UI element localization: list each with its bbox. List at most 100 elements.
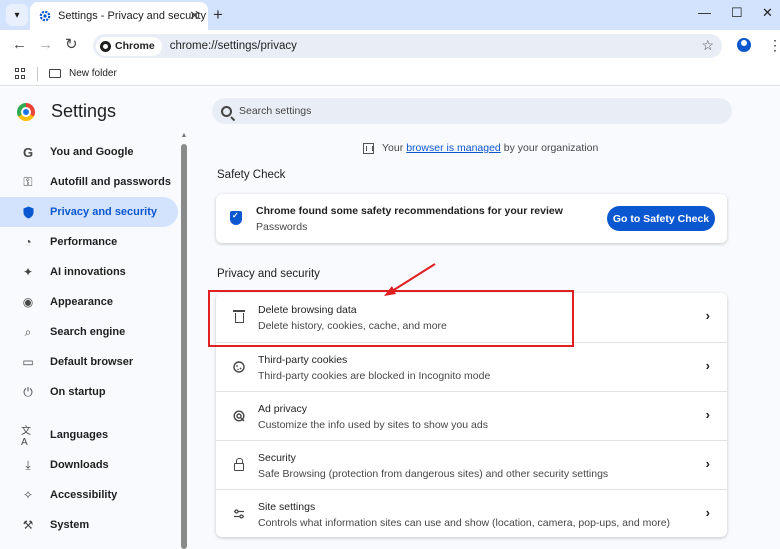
- safety-check-card: Chrome found some safety recommendations…: [216, 194, 727, 243]
- reload-icon[interactable]: ↻: [65, 37, 78, 53]
- sidebar-item-label: Search engine: [50, 326, 126, 338]
- sidebar-item-label: Accessibility: [50, 489, 118, 501]
- chrome-logo-icon: [100, 40, 111, 52]
- address-bar[interactable]: Chrome chrome://settings/privacy ☆: [93, 34, 722, 58]
- key-icon: ⚿: [23, 174, 33, 189]
- cookie-icon: [233, 361, 245, 373]
- tab-title: Settings - Privacy and security: [58, 10, 206, 22]
- search-icon: [221, 105, 232, 117]
- sidebar-item-downloads[interactable]: ⤓ Downloads: [0, 450, 178, 480]
- url-text[interactable]: chrome://settings/privacy: [170, 40, 297, 52]
- row-description: Customize the info used by sites to show…: [258, 419, 488, 431]
- sidebar-item-privacy-and-security[interactable]: Privacy and security: [0, 197, 178, 227]
- active-tab[interactable]: Settings - Privacy and security ✕: [30, 2, 208, 30]
- sidebar-item-label: You and Google: [50, 146, 134, 158]
- scroll-up-icon[interactable]: ▲: [180, 132, 188, 140]
- building-icon: [363, 142, 374, 154]
- search-settings-box[interactable]: [212, 98, 732, 124]
- profile-avatar-icon[interactable]: [737, 38, 751, 52]
- site-settings-row[interactable]: Site settings Controls what information …: [216, 489, 727, 538]
- sidebar-item-appearance[interactable]: ◉ Appearance: [0, 287, 178, 317]
- row-title: Security: [258, 452, 296, 464]
- sidebar-item-system[interactable]: ⚒ System: [0, 510, 178, 540]
- chrome-logo-icon: [17, 102, 35, 121]
- new-tab-icon[interactable]: +: [213, 6, 223, 23]
- site-chip-label: Chrome: [115, 40, 155, 52]
- managed-prefix: Your: [382, 142, 404, 154]
- sparkle-icon: ✦: [22, 265, 34, 279]
- accessibility-icon: ✧: [22, 488, 34, 502]
- ad-privacy-row[interactable]: Ad privacy Customize the info used by si…: [216, 391, 727, 440]
- close-window-icon[interactable]: ✕: [762, 5, 773, 21]
- sidebar-item-label: On startup: [50, 386, 106, 398]
- settings-sidebar: G You and Google ⚿ Autofill and password…: [0, 137, 178, 540]
- settings-brand: Settings: [17, 101, 116, 122]
- bookmark-folder[interactable]: New folder: [49, 68, 117, 79]
- more-menu-icon[interactable]: ⋮: [768, 38, 780, 52]
- sidebar-item-label: Languages: [50, 429, 109, 441]
- apps-grid-icon[interactable]: [15, 68, 26, 79]
- site-chip[interactable]: Chrome: [96, 36, 162, 56]
- google-g-icon: G: [22, 144, 34, 160]
- translate-icon: 文A: [21, 426, 31, 448]
- sidebar-item-accessibility[interactable]: ✧ Accessibility: [0, 480, 178, 510]
- sidebar-item-label: AI innovations: [50, 266, 126, 278]
- settings-gear-icon: [39, 10, 51, 22]
- sidebar-item-languages[interactable]: 文A Languages: [0, 420, 178, 450]
- sidebar-item-autofill[interactable]: ⚿ Autofill and passwords: [0, 167, 178, 197]
- forward-arrow-icon[interactable]: →: [38, 37, 53, 53]
- close-tab-icon[interactable]: ✕: [189, 9, 200, 23]
- safety-shield-icon: [230, 211, 242, 225]
- sidebar-item-label: System: [50, 519, 90, 531]
- security-row[interactable]: Security Safe Browsing (protection from …: [216, 440, 727, 489]
- page-title: Settings: [51, 101, 117, 121]
- sidebar-item-label: Default browser: [50, 356, 134, 368]
- sidebar-item-on-startup[interactable]: ⏻ On startup: [0, 377, 178, 407]
- tune-icon: [233, 508, 245, 520]
- sidebar-item-label: Privacy and security: [50, 206, 158, 218]
- maximize-icon[interactable]: ☐: [731, 5, 743, 21]
- download-icon: ⤓: [25, 457, 31, 472]
- sidebar-scrollbar[interactable]: ▲: [180, 132, 188, 549]
- chevron-right-icon: ›: [705, 505, 710, 520]
- safety-check-heading: Safety Check: [217, 169, 286, 181]
- power-icon: ⏻: [23, 384, 33, 399]
- row-title: Third-party cookies: [258, 354, 348, 366]
- bookmark-star-icon[interactable]: ☆: [701, 37, 714, 54]
- back-arrow-icon[interactable]: ←: [12, 37, 27, 53]
- palette-icon: ◉: [22, 295, 34, 309]
- row-description: Controls what information sites can use …: [258, 517, 671, 529]
- minimize-icon[interactable]: —: [698, 5, 711, 20]
- third-party-cookies-row[interactable]: Third-party cookies Third-party cookies …: [216, 342, 727, 391]
- shield-icon: [21, 205, 35, 219]
- lock-icon: [233, 458, 245, 471]
- sidebar-item-you-and-google[interactable]: G You and Google: [0, 137, 178, 167]
- speedometer-icon: ◔: [24, 235, 32, 249]
- row-description: Third-party cookies are blocked in Incog…: [258, 370, 491, 382]
- wrench-icon: ⚒: [22, 518, 34, 532]
- bookmark-folder-label: New folder: [69, 68, 117, 79]
- sidebar-item-ai-innovations[interactable]: ✦ AI innovations: [0, 257, 178, 287]
- sidebar-item-performance[interactable]: ◔ Performance: [0, 227, 178, 257]
- bookmarks-bar: New folder: [0, 62, 780, 86]
- search-settings-input[interactable]: [239, 105, 639, 117]
- tab-search-button[interactable]: ▾: [6, 4, 28, 26]
- sidebar-item-search-engine[interactable]: ⌕ Search engine: [0, 317, 178, 347]
- annotation-arrow-icon: [384, 263, 436, 296]
- safety-check-detail: Passwords: [256, 221, 308, 233]
- chevron-down-icon: ▾: [14, 9, 20, 21]
- search-icon: ⌕: [24, 324, 32, 339]
- go-to-safety-check-button[interactable]: Go to Safety Check: [607, 206, 715, 231]
- chevron-right-icon: ›: [705, 308, 710, 323]
- settings-page: Settings G You and Google ⚿ Autofill and…: [0, 87, 780, 549]
- sidebar-item-label: Autofill and passwords: [50, 176, 172, 188]
- row-description: Safe Browsing (protection from dangerous…: [258, 468, 609, 480]
- scrollbar-thumb[interactable]: [181, 144, 187, 549]
- browser-managed-link[interactable]: browser is managed: [406, 142, 501, 154]
- row-title: Site settings: [258, 501, 316, 513]
- sidebar-item-default-browser[interactable]: ▭ Default browser: [0, 347, 178, 377]
- chevron-right-icon: ›: [705, 407, 710, 422]
- toolbar: ← → ↻ Chrome chrome://settings/privacy ☆…: [0, 30, 780, 62]
- sidebar-item-label: Downloads: [50, 459, 109, 471]
